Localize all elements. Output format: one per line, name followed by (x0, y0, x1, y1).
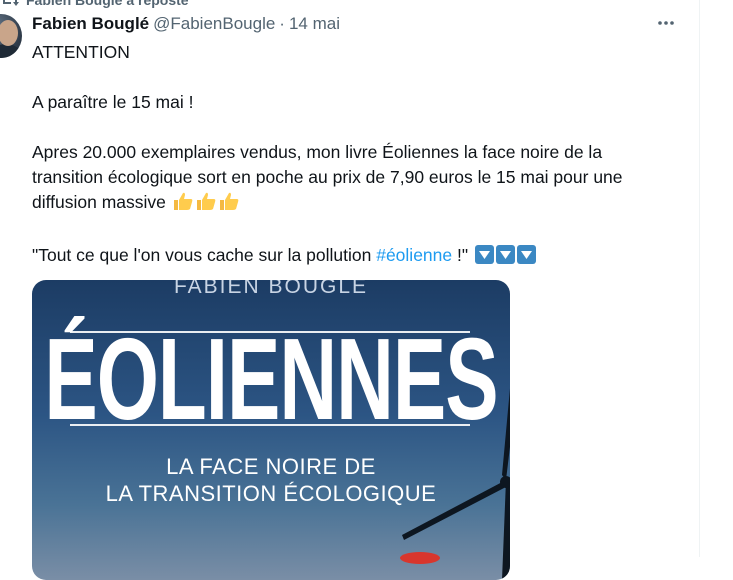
thumbs-up-emoji-icon (195, 191, 217, 218)
down-arrow-emoji-icon (474, 245, 494, 264)
tweet-line-3c-text: diffusion massive (32, 192, 166, 212)
repost-icon (0, 0, 20, 9)
separator-dot: · (279, 14, 285, 33)
tweet-line-3b: transition écologique sort en poche au p… (32, 167, 623, 187)
author-handle[interactable]: @FabienBougle (153, 14, 275, 34)
thumbs-up-emoji-icon (218, 191, 240, 218)
tweet-line-4-prefix: "Tout ce que l'on vous cache sur la poll… (32, 245, 377, 265)
down-arrow-emoji-icon (495, 245, 515, 264)
tweet-line-3a: Apres 20.000 exemplaires vendus, mon liv… (32, 142, 603, 162)
down-arrow-emoji-icon (516, 245, 536, 264)
avatar[interactable] (0, 14, 22, 58)
repost-label: Fabien Bouglé a reposté (26, 0, 189, 8)
more-options-icon (658, 21, 674, 25)
more-options-button[interactable] (652, 12, 680, 34)
tweet-media-image[interactable]: FABIEN BOUGLÉ ÉOLIENNES LA FACE NOIRE DE… (32, 280, 510, 580)
tweet-line-1: ATTENTION (32, 42, 130, 62)
cover-red-badge (400, 552, 440, 564)
wind-turbine-icon (402, 388, 510, 580)
thumbs-up-emoji-icon (172, 191, 194, 218)
tweet-text: ATTENTION A paraître le 15 mai ! Apres 2… (32, 40, 692, 268)
tweet-date[interactable]: 14 mai (289, 14, 340, 34)
author-name[interactable]: Fabien Bouglé (32, 14, 149, 34)
tweet-header: Fabien Bouglé @FabienBougle · 14 mai (32, 13, 340, 35)
tweet-line-4: "Tout ce que l'on vous cache sur la poll… (32, 243, 692, 268)
tweet-line-4-suffix: !" (452, 245, 469, 265)
column-divider (699, 0, 700, 557)
tweet-line-2: A paraître le 15 mai ! (32, 92, 194, 112)
repost-banner[interactable]: Fabien Bouglé a reposté (0, 0, 189, 9)
tweet-line-3c: diffusion massive (32, 190, 692, 218)
hashtag-link[interactable]: #éolienne (376, 245, 452, 265)
